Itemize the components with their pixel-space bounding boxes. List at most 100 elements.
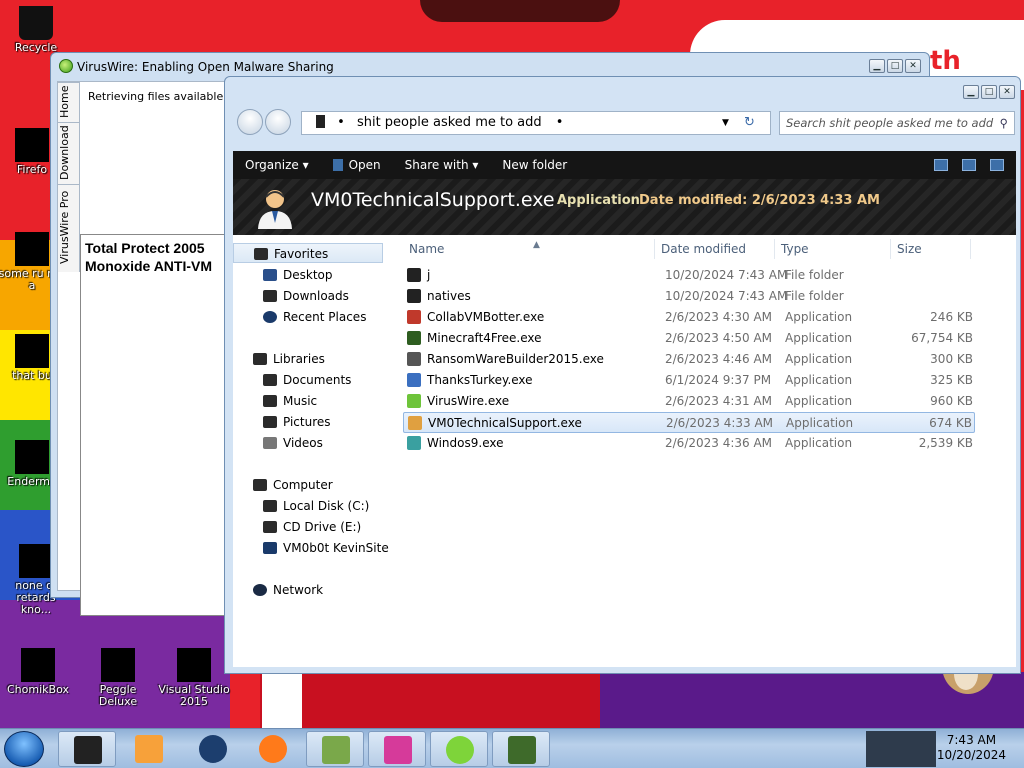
nav-kevinsite[interactable]: VM0b0t KevinSite	[233, 538, 389, 558]
nav-label: Documents	[283, 373, 352, 387]
viruswire-icon	[446, 736, 474, 764]
nav-favorites[interactable]: Favorites	[233, 243, 383, 263]
help-icon[interactable]	[990, 159, 1004, 171]
libraries-icon	[253, 353, 267, 365]
taskbar-chomikbox[interactable]	[306, 731, 364, 767]
view-controls	[934, 159, 1016, 171]
forward-button[interactable]	[265, 109, 291, 135]
taskbar-media-player[interactable]	[120, 731, 178, 767]
nav-libraries[interactable]: Libraries	[233, 349, 325, 369]
system-tray[interactable]	[866, 731, 936, 767]
desktop-icon-visual-studio[interactable]: Visual Studio 2015	[158, 648, 230, 708]
clock[interactable]: 7:43 AM 10/20/2024	[937, 733, 1006, 763]
desktop-icon-peggle[interactable]: Peggle Deluxe	[82, 648, 154, 708]
close-button[interactable]: ✕	[999, 85, 1015, 99]
breadcrumb[interactable]: shit people asked me to add	[357, 115, 542, 130]
taskbar-browser[interactable]	[184, 731, 242, 767]
file-name: RansomWareBuilder2015.exe	[427, 352, 604, 366]
close-button[interactable]: ✕	[905, 59, 921, 73]
folder-icon	[407, 289, 421, 303]
maximize-button[interactable]: □	[981, 85, 997, 99]
nav-desktop[interactable]: Desktop	[233, 265, 333, 285]
desktop-icon	[263, 269, 277, 281]
back-button[interactable]	[237, 109, 263, 135]
nav-videos[interactable]: Videos	[233, 433, 323, 453]
file-size: 325 KB	[930, 373, 973, 387]
nav-label: Pictures	[283, 415, 331, 429]
file-row[interactable]: VM0TechnicalSupport.exe 2/6/2023 4:33 AM A…	[403, 412, 975, 433]
column-header-size[interactable]: Size	[891, 239, 971, 259]
file-name: VM0TechnicalSupport.exe	[428, 416, 582, 430]
change-view-icon[interactable]	[934, 159, 948, 171]
file-row[interactable]: RansomWareBuilder2015.exe 2/6/2023 4:46 A…	[403, 349, 975, 370]
nav-documents[interactable]: Documents	[233, 370, 351, 390]
file-name: natives	[427, 289, 471, 303]
file-row[interactable]: j 10/20/2024 7:43 AM File folder	[403, 265, 975, 286]
product-list[interactable]: Total Protect 2005 Monoxide ANTI-VM	[80, 234, 230, 616]
tab-home[interactable]: Home	[58, 82, 80, 122]
file-row[interactable]: Minecraft4Free.exe 2/6/2023 4:50 AM Applic…	[403, 328, 975, 349]
file-type: Application	[785, 436, 853, 450]
explorer-window[interactable]: ▁ □ ✕ • shit people asked me to add • ▼ …	[224, 76, 1021, 674]
tab-viruswire-pro[interactable]: VirusWire Pro	[58, 184, 80, 270]
open-button[interactable]: Open	[321, 158, 393, 172]
file-size: 674 KB	[929, 416, 972, 430]
app-icon	[407, 373, 421, 387]
nav-music[interactable]: Music	[233, 391, 317, 411]
search-icon[interactable]: ⚲	[1000, 112, 1008, 134]
taskbar-viruswire-window[interactable]	[58, 731, 116, 767]
breadcrumb-separator: •	[337, 115, 345, 130]
start-button[interactable]	[4, 731, 44, 767]
app-icon	[407, 331, 421, 345]
nav-cd-drive[interactable]: CD Drive (E:)	[233, 517, 361, 537]
chevron-down-icon[interactable]: ▼	[722, 112, 729, 134]
downloads-icon	[263, 290, 277, 302]
desktop-icon-label: ChomikBox	[7, 683, 69, 696]
wallpaper-text: th	[930, 46, 961, 76]
minimize-button[interactable]: ▁	[963, 85, 979, 99]
command-bar: Organize ▾ Open Share with ▾ New folder	[233, 151, 1016, 179]
visual-studio-icon	[177, 648, 211, 682]
taskbar-firefox[interactable]	[244, 731, 302, 767]
file-row[interactable]: CollabVMBotter.exe 2/6/2023 4:30 AM Applic…	[403, 307, 975, 328]
file-size: 246 KB	[930, 310, 973, 324]
network-drive-icon	[263, 542, 277, 554]
share-with-button[interactable]: Share with ▾	[393, 158, 491, 172]
breadcrumb-separator: •	[555, 115, 564, 130]
file-type: Application	[786, 416, 854, 430]
column-header-type[interactable]: Type	[775, 239, 891, 259]
file-date: 2/6/2023 4:36 AM	[665, 436, 773, 450]
nav-downloads[interactable]: Downloads	[233, 286, 349, 306]
tab-download[interactable]: Download	[58, 122, 80, 184]
desktop-icon-recycle[interactable]: Recycle	[0, 6, 72, 54]
file-row[interactable]: ThanksTurkey.exe 6/1/2024 9:37 PM Applicat…	[403, 370, 975, 391]
new-folder-button[interactable]: New folder	[490, 158, 579, 172]
address-bar[interactable]: • shit people asked me to add • ▼ ↻	[301, 111, 771, 135]
taskbar-minecraft[interactable]	[492, 731, 550, 767]
nav-network[interactable]: Network	[233, 580, 323, 600]
file-row[interactable]: natives 10/20/2024 7:43 AM File folder	[403, 286, 975, 307]
column-header-name[interactable]: Name ▲	[403, 239, 655, 259]
organize-button[interactable]: Organize ▾	[233, 158, 321, 172]
nav-pictures[interactable]: Pictures	[233, 412, 331, 432]
file-row[interactable]: VirusWire.exe 2/6/2023 4:31 AM Application…	[403, 391, 975, 412]
desktop-icon-chomikbox[interactable]: ChomikBox	[2, 648, 74, 696]
search-input[interactable]: Search shit people asked me to add ⚲	[779, 111, 1015, 135]
minimize-button[interactable]: ▁	[869, 59, 885, 73]
column-header-date[interactable]: Date modified	[655, 239, 775, 259]
folder-icon	[407, 268, 421, 282]
maximize-button[interactable]: □	[887, 59, 903, 73]
file-size: 2,539 KB	[918, 436, 973, 450]
file-type: Application	[785, 352, 853, 366]
app-icon	[408, 416, 422, 430]
nav-local-disk[interactable]: Local Disk (C:)	[233, 496, 369, 516]
app-icon	[407, 310, 421, 324]
nav-computer[interactable]: Computer	[233, 475, 333, 495]
details-type: Application	[557, 193, 640, 208]
nav-recent-places[interactable]: Recent Places	[233, 307, 366, 327]
preview-pane-icon[interactable]	[962, 159, 976, 171]
file-row[interactable]: Windos9.exe 2/6/2023 4:36 AM Application 2,…	[403, 433, 975, 454]
refresh-icon[interactable]: ↻	[744, 112, 755, 134]
taskbar-viruswire[interactable]	[430, 731, 488, 767]
taskbar-pictures[interactable]	[368, 731, 426, 767]
